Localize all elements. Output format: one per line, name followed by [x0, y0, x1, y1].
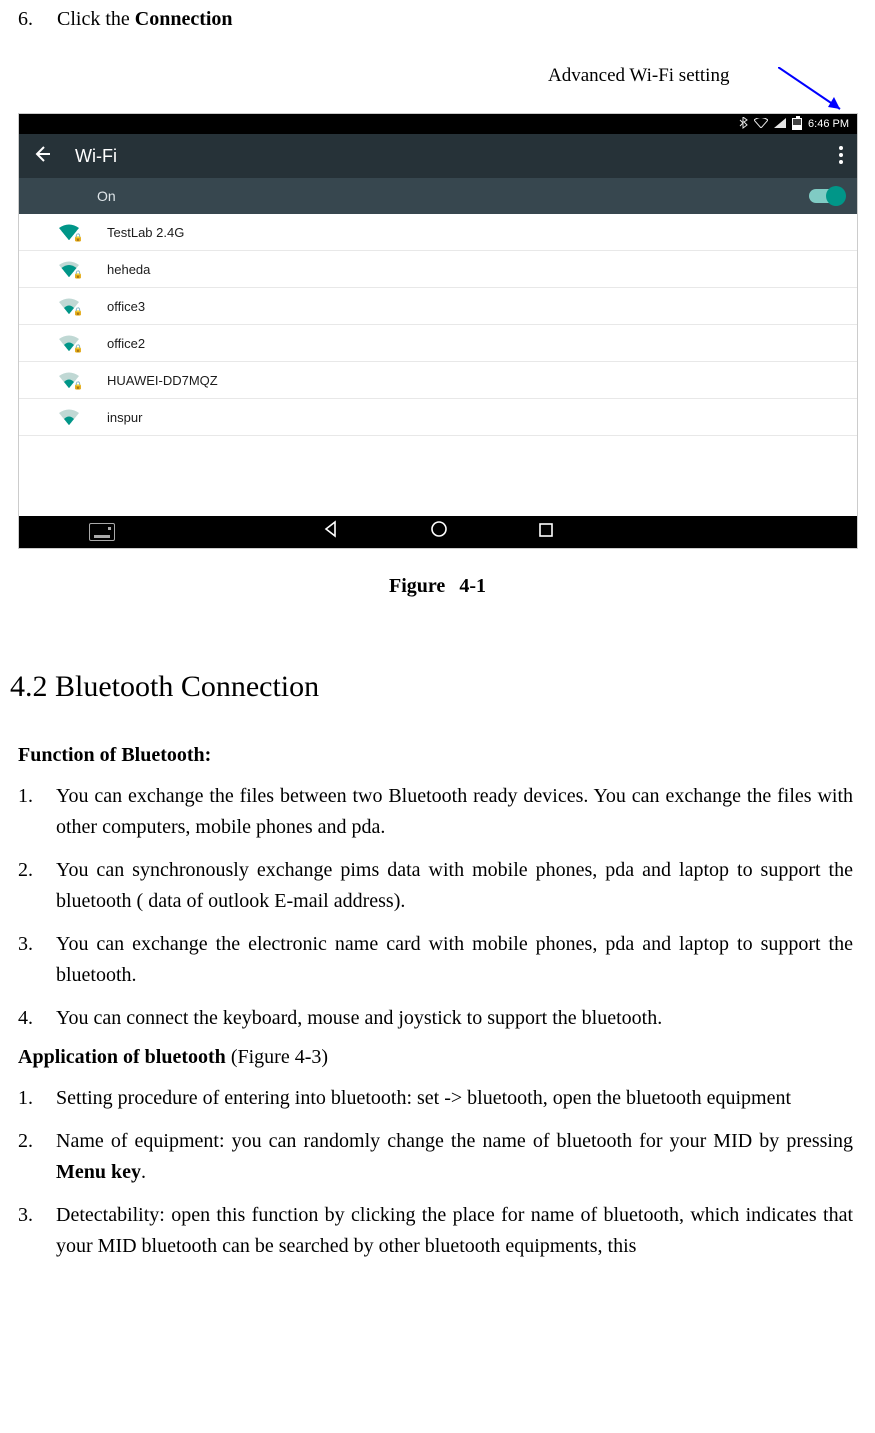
status-bar: 6:46 PM — [19, 114, 857, 134]
list-text: Setting procedure of entering into bluet… — [56, 1083, 853, 1114]
list-text: Detectability: open this function by cli… — [56, 1200, 853, 1262]
wifi-network-name: office2 — [107, 336, 145, 351]
figure-number: 4-1 — [459, 575, 486, 597]
navigation-bar — [19, 516, 857, 548]
wifi-network-row[interactable]: 🔒 HUAWEI-DD7MQZ — [19, 362, 857, 399]
list-number: 4. — [18, 1003, 56, 1034]
list-number: 2. — [18, 1126, 56, 1188]
annotation-arrow-icon — [778, 67, 848, 127]
list-number: 1. — [18, 781, 56, 843]
lock-icon: 🔒 — [73, 270, 83, 279]
application-heading-rest: (Figure 4-3) — [226, 1046, 328, 1068]
blank-area — [19, 436, 857, 516]
list-item: 3.You can exchange the electronic name c… — [18, 929, 853, 991]
back-icon[interactable] — [33, 145, 51, 168]
nav-back-icon[interactable] — [322, 520, 340, 544]
list-item: 1.Setting procedure of entering into blu… — [18, 1083, 853, 1114]
annotation-label: Advanced Wi-Fi setting — [548, 65, 729, 87]
list-text: You can exchange the files between two B… — [56, 781, 853, 843]
lock-icon: 🔒 — [73, 381, 83, 390]
list-number: 3. — [18, 1200, 56, 1262]
wifi-network-name: office3 — [107, 299, 145, 314]
list-item: 1.You can exchange the files between two… — [18, 781, 853, 843]
list-text: You can synchronously exchange pims data… — [56, 855, 853, 917]
lock-icon: 🔒 — [73, 344, 83, 353]
list-number: 2. — [18, 855, 56, 917]
list-item: 4.You can connect the keyboard, mouse an… — [18, 1003, 853, 1034]
wifi-network-row[interactable]: 🔒 heheda — [19, 251, 857, 288]
list-text: You can exchange the electronic name car… — [56, 929, 853, 991]
list-item: 2.Name of equipment: you can randomly ch… — [18, 1126, 853, 1188]
wifi-network-row[interactable]: 🔒 TestLab 2.4G — [19, 214, 857, 251]
wifi-signal-icon: 🔒 — [59, 298, 79, 314]
wifi-signal-icon — [59, 409, 79, 425]
application-heading: Application of bluetooth (Figure 4-3) — [18, 1046, 867, 1069]
list-number: 3. — [18, 929, 56, 991]
list-number: 1. — [18, 1083, 56, 1114]
wifi-network-name: inspur — [107, 410, 142, 425]
wifi-network-name: heheda — [107, 262, 150, 277]
wifi-network-row[interactable]: 🔒 office2 — [19, 325, 857, 362]
lock-icon: 🔒 — [73, 307, 83, 316]
app-bar: Wi-Fi — [19, 134, 857, 178]
function-heading: Function of Bluetooth: — [18, 744, 867, 767]
wifi-network-name: HUAWEI-DD7MQZ — [107, 373, 218, 388]
list-text: Name of equipment: you can randomly chan… — [56, 1126, 853, 1188]
lock-icon: 🔒 — [73, 233, 83, 242]
annotation-row: Advanced Wi-Fi setting — [8, 59, 867, 105]
wifi-signal-icon: 🔒 — [59, 372, 79, 388]
step-bold: Connection — [135, 8, 233, 30]
wifi-network-list: 🔒 TestLab 2.4G 🔒 heheda 🔒 office3 🔒 office2 🔒 HUA… — [19, 214, 857, 436]
nav-home-icon[interactable] — [430, 520, 448, 544]
application-list: 1.Setting procedure of entering into blu… — [18, 1083, 853, 1262]
wifi-status-icon — [754, 118, 768, 131]
toggle-label: On — [97, 188, 116, 204]
appbar-title: Wi-Fi — [75, 146, 117, 167]
wifi-network-name: TestLab 2.4G — [107, 225, 184, 240]
wifi-toggle-switch[interactable] — [809, 189, 843, 203]
bluetooth-icon — [739, 117, 748, 132]
keyboard-icon[interactable] — [89, 523, 115, 541]
nav-recent-icon[interactable] — [538, 521, 554, 544]
wifi-signal-icon: 🔒 — [59, 335, 79, 351]
figure-caption: Figure 4-1 — [8, 575, 867, 598]
wifi-signal-icon: 🔒 — [59, 261, 79, 277]
list-item: 3.Detectability: open this function by c… — [18, 1200, 853, 1262]
signal-icon — [774, 118, 786, 131]
wifi-toggle-row[interactable]: On — [19, 178, 857, 214]
section-heading: 4.2 Bluetooth Connection — [10, 670, 867, 704]
list-item: 2.You can synchronously exchange pims da… — [18, 855, 853, 917]
list-text: You can connect the keyboard, mouse and … — [56, 1003, 853, 1034]
wifi-network-row[interactable]: inspur — [19, 399, 857, 436]
step-prefix: Click the — [57, 8, 135, 30]
instruction-step: 6. Click the Connection — [18, 8, 867, 31]
step-number: 6. — [18, 8, 52, 31]
wifi-network-row[interactable]: 🔒 office3 — [19, 288, 857, 325]
wifi-screenshot: 6:46 PM Wi-Fi On 🔒 TestLab 2.4G 🔒 heheda 🔒 of… — [18, 113, 858, 549]
figure-label: Figure — [389, 575, 445, 597]
application-heading-bold: Application of bluetooth — [18, 1046, 226, 1068]
wifi-signal-icon: 🔒 — [59, 224, 79, 240]
overflow-menu-icon[interactable] — [839, 146, 843, 167]
function-list: 1.You can exchange the files between two… — [18, 781, 853, 1034]
battery-icon — [792, 118, 802, 130]
